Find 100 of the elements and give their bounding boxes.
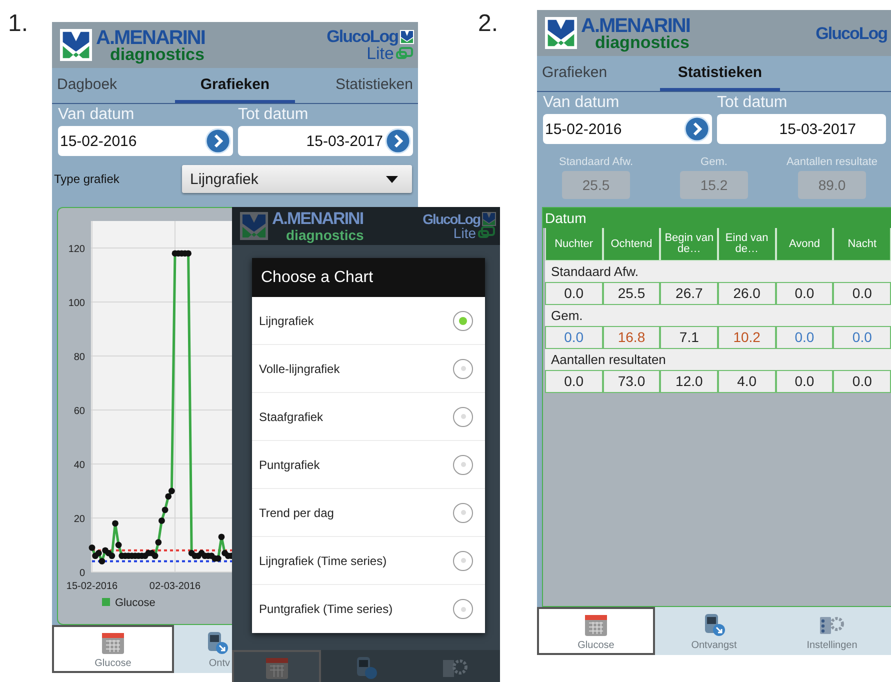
calendar-icon <box>264 655 290 681</box>
nav-item[interactable] <box>232 650 322 682</box>
table-cell: 4.0 <box>718 370 776 393</box>
radio-button[interactable] <box>453 406 473 426</box>
table-cell: 12.0 <box>660 370 718 393</box>
app-name: GlucoLog <box>422 212 480 226</box>
data-point <box>112 520 118 527</box>
date-field[interactable]: 15-02-2016 <box>543 114 712 144</box>
tab[interactable]: Grafieken <box>175 68 295 103</box>
logo-icon <box>400 30 414 44</box>
chart-option[interactable]: Volle-lijngrafiek <box>252 345 485 393</box>
radio-button[interactable] <box>453 358 473 378</box>
brand-name: A.MENARINI <box>96 28 205 46</box>
y-axis-label: 80 <box>74 352 85 363</box>
data-point <box>158 518 165 524</box>
field-label: Tot datum <box>238 105 310 125</box>
row-group-label: Standaard Afw. <box>545 261 891 282</box>
data-point <box>115 542 122 548</box>
radio-button[interactable] <box>453 502 473 522</box>
logo-icon <box>240 212 268 240</box>
app-name: GlucoLog <box>326 28 398 45</box>
table-cell: 26.7 <box>660 282 718 305</box>
date-field[interactable]: 15-03-2017 <box>238 126 413 156</box>
brand-name: A.MENARINI <box>581 16 690 34</box>
chart-type-dropdown[interactable]: Lijngrafiek <box>182 165 412 193</box>
stat-label: Standaard Afw. <box>559 156 633 168</box>
y-axis-label: 100 <box>68 298 85 309</box>
field-label: Van datum <box>58 105 136 125</box>
chart-option[interactable]: Puntgrafiek <box>252 441 485 489</box>
stat-label: Gem. <box>700 156 728 168</box>
field-label: Tot datum <box>717 93 788 113</box>
screenshot-number: 2. <box>478 10 498 38</box>
chart-option[interactable]: Lijngrafiek <box>252 297 485 345</box>
data-point <box>155 539 162 546</box>
y-axis-label: 60 <box>74 406 85 417</box>
table-cell: 26.0 <box>718 282 776 305</box>
next-button[interactable] <box>205 128 231 154</box>
brand-subtitle: diagnostics <box>109 46 205 62</box>
row-group-label: Aantallen resultaten <box>545 349 891 370</box>
table-cell: 0.0 <box>833 370 891 393</box>
legend-label: Glucose <box>115 597 156 609</box>
table-cell: 0.0 <box>776 326 834 349</box>
legend-swatch <box>102 598 110 606</box>
logo-icon <box>60 29 92 61</box>
table-cell: 16.8 <box>602 326 660 349</box>
next-button[interactable] <box>684 116 710 142</box>
dialog-title: Choose a Chart <box>252 258 485 297</box>
tab[interactable]: Statistieken <box>660 56 780 91</box>
stat-value: 25.5 <box>562 171 630 199</box>
table-cell: 0.0 <box>833 326 891 349</box>
table-cell: 0.0 <box>776 282 834 305</box>
tab[interactable]: Statistieken <box>297 68 417 103</box>
app-subtitle: Lite <box>453 226 476 240</box>
stat-value: 15.2 <box>680 171 748 199</box>
brand-subtitle: diagnostics <box>285 228 364 242</box>
field-label: Van datum <box>543 93 620 113</box>
app-subtitle: Lite <box>366 45 394 62</box>
chart-option[interactable]: Staafgrafiek <box>252 393 485 441</box>
table-cell: 73.0 <box>602 370 660 393</box>
logo-icon <box>482 212 496 226</box>
table-cell: 0.0 <box>776 370 834 393</box>
brand-subtitle: diagnostics <box>594 34 690 50</box>
brand-name: A.MENARINI <box>272 210 364 228</box>
radio-button[interactable] <box>453 454 473 474</box>
data-point <box>218 534 225 540</box>
y-axis-label: 120 <box>68 244 85 255</box>
nav-item[interactable]: Glucose <box>52 625 174 673</box>
stat-value: 89.0 <box>798 171 866 199</box>
radio-button[interactable] <box>453 599 473 619</box>
date-field[interactable]: 15-03-2017 <box>717 114 886 144</box>
data-point <box>162 506 168 514</box>
radio-button[interactable] <box>453 310 473 330</box>
radio-button[interactable] <box>453 550 473 570</box>
table-cell: 25.5 <box>602 282 660 305</box>
nav-item[interactable]: Glucose <box>537 607 655 655</box>
x-axis-label: 02-03-2016 <box>149 581 201 592</box>
stat-label: Aantallen resultate <box>786 156 878 168</box>
y-axis-label: 0 <box>79 568 85 579</box>
table-cell: 7.1 <box>660 326 718 349</box>
y-axis-label: 20 <box>74 514 85 525</box>
next-button[interactable] <box>385 128 411 154</box>
date-field[interactable]: 15-02-2016 <box>58 126 233 156</box>
logo-icon <box>545 17 577 49</box>
tab[interactable]: Dagboek <box>53 68 173 103</box>
table-cell: 0.0 <box>545 326 603 349</box>
chart-option[interactable]: Trend per dag <box>252 489 485 537</box>
app-name: GlucoLog <box>816 24 887 42</box>
table-title: Datum <box>543 208 891 228</box>
table-cell: 10.2 <box>718 326 776 349</box>
y-axis-label: 40 <box>74 460 85 471</box>
row-group-label: Gem. <box>545 305 891 326</box>
screenshot-number: 1. <box>8 10 28 38</box>
x-axis-label: 15-02-2016 <box>66 581 118 592</box>
table-cell: 0.0 <box>833 282 891 305</box>
chart-option[interactable]: Lijngrafiek (Time series) <box>252 537 485 585</box>
caret-icon <box>386 176 398 182</box>
table-cell: 0.0 <box>545 282 603 305</box>
chart-option[interactable]: Puntgrafiek (Time series) <box>252 585 485 633</box>
field-label: Type grafiek <box>54 172 120 186</box>
tab[interactable]: Grafieken <box>538 56 658 91</box>
